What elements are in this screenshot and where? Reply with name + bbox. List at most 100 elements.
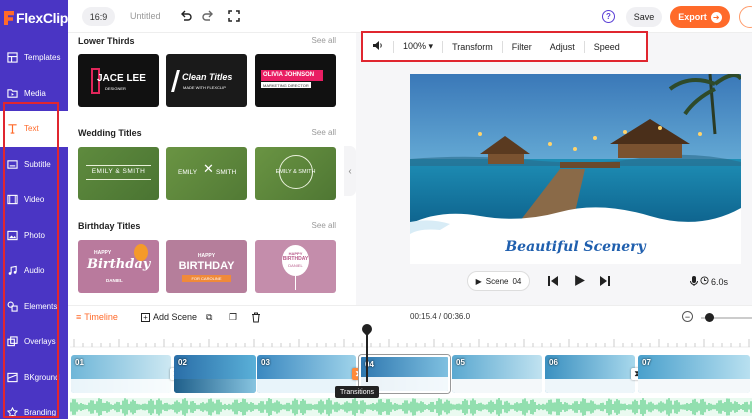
template-thumb-clean-titles[interactable]: Clean Titles MADE WITH FLEXCLIP	[166, 54, 247, 107]
flexclip-logo[interactable]: FlexClip	[4, 8, 68, 28]
thumb-line2: DESIGNER	[105, 86, 126, 91]
avatar[interactable]	[739, 6, 752, 28]
sidebar-item-elements[interactable]: Elements	[0, 289, 68, 325]
clip-toolbar: 100% ▾ Transform Filter Adjust Speed	[361, 31, 648, 62]
scene-clip-01[interactable]: 01	[71, 355, 171, 393]
subtitle-icon	[7, 159, 18, 170]
thumb-line1: HAPPY	[94, 250, 112, 256]
zoom-dropdown[interactable]: 100% ▾	[394, 41, 442, 52]
sidebar-item-label: Elements	[24, 301, 58, 311]
skip-forward-icon[interactable]	[599, 275, 611, 287]
split-icon[interactable]: ⧉	[206, 310, 212, 324]
help-icon[interactable]: ?	[602, 10, 615, 23]
sidebar-item-photo[interactable]: Photo	[0, 218, 68, 254]
clip-number: 06	[549, 358, 558, 367]
template-thumb-birthday-2[interactable]: HAPPY BIRTHDAY FOR CAROLINE	[166, 240, 247, 293]
template-thumb-wedding-3[interactable]: EMILY & SMITH	[255, 147, 336, 200]
scene-image	[410, 74, 741, 264]
export-label: Export	[678, 12, 707, 22]
sidebar-item-audio[interactable]: Audio	[0, 253, 68, 289]
scene-clip-05[interactable]: 05	[452, 355, 542, 393]
section-title-birthday-titles: Birthday Titles	[78, 221, 141, 231]
play-button-icon[interactable]	[573, 274, 586, 287]
collapse-panel-button[interactable]: ‹	[344, 146, 356, 196]
sidebar-item-label: Text	[24, 124, 39, 134]
background-icon	[7, 372, 18, 383]
zoom-out-icon[interactable]: −	[682, 311, 693, 322]
redo-icon[interactable]	[201, 9, 215, 23]
thumb-line2: MADE WITH FLEXCLIP	[183, 85, 226, 90]
duplicate-icon[interactable]: ❐	[229, 310, 237, 324]
template-thumb-wedding-2[interactable]: EMILY ✕ SMITH	[166, 147, 247, 200]
elements-icon	[7, 301, 18, 312]
thumb-line2: SMITH	[216, 169, 237, 176]
sidebar-item-branding[interactable]: Branding	[0, 395, 68, 419]
see-all-lower-thirds[interactable]: See all	[312, 36, 336, 45]
zoom-slider-handle[interactable]	[705, 313, 714, 322]
template-thumb-jace-lee[interactable]: JACE LEE DESIGNER	[78, 54, 159, 107]
project-title[interactable]: Untitled	[130, 11, 161, 21]
timeline-time: 00:15.4 / 00:36.0	[410, 312, 471, 321]
add-scene-button[interactable]: + Add Scene	[141, 310, 197, 324]
balloon-string	[295, 276, 296, 290]
clip-number: 05	[456, 358, 465, 367]
photo-icon	[7, 230, 18, 241]
save-button[interactable]: Save	[626, 7, 662, 27]
plus-square-icon: +	[141, 312, 150, 322]
left-sidebar: FlexClip Templates Media Text Subtitle V…	[0, 0, 68, 419]
add-scene-label: Add Scene	[153, 312, 198, 322]
playhead[interactable]	[366, 327, 368, 382]
thumb-line1: EMILY & SMITH	[91, 168, 146, 175]
export-button[interactable]: Export ➜	[670, 6, 730, 28]
timeline-icon: ≡	[76, 312, 82, 322]
see-all-wedding-titles[interactable]: See all	[312, 128, 336, 137]
thumb-line1: JACE LEE	[97, 73, 146, 84]
sidebar-item-media[interactable]: Media	[0, 76, 68, 112]
adjust-button[interactable]: Adjust	[541, 42, 584, 52]
text-icon	[7, 123, 18, 134]
sidebar-item-templates[interactable]: Templates	[0, 40, 68, 76]
clip-thumb	[174, 379, 256, 393]
clip-thumb	[545, 379, 635, 393]
media-icon	[7, 88, 18, 99]
scene-duration[interactable]: 6.0s	[711, 277, 728, 287]
fullscreen-icon[interactable]	[227, 9, 241, 23]
sidebar-item-bkground[interactable]: BKground	[0, 360, 68, 396]
transform-button[interactable]: Transform	[443, 42, 502, 52]
template-thumb-birthday-1[interactable]: HAPPY Birthday DANIEL	[78, 240, 159, 293]
scene-clip-02[interactable]: 02	[174, 355, 256, 393]
sidebar-item-label: Branding	[24, 408, 57, 418]
scene-selector[interactable]: ▶ Scene 04	[467, 271, 530, 291]
undo-icon[interactable]	[179, 9, 193, 23]
filter-button[interactable]: Filter	[503, 42, 541, 52]
timeline-ruler[interactable]	[68, 327, 752, 352]
sidebar-item-text[interactable]: Text	[0, 111, 68, 147]
microphone-icon[interactable]	[688, 275, 700, 287]
thumb-line2: BIRTHDAY	[282, 256, 309, 262]
scene-caption[interactable]: Beautiful Scenery	[410, 239, 741, 255]
video-canvas[interactable]: Beautiful Scenery	[410, 74, 741, 264]
timeline-toggle[interactable]: ≡ Timeline	[76, 310, 118, 324]
delete-icon[interactable]	[251, 310, 261, 324]
see-all-birthday-titles[interactable]: See all	[312, 221, 336, 230]
scene-clip-06[interactable]: 06	[545, 355, 635, 393]
scene-clips-track: 01 ⧗ 02 03 ⧗ 04 05 06 ⧗ 07	[68, 355, 752, 395]
template-thumb-birthday-3[interactable]: HAPPY BIRTHDAY DANIEL	[255, 240, 336, 293]
timeline-label: Timeline	[84, 312, 118, 322]
sidebar-item-subtitle[interactable]: Subtitle	[0, 147, 68, 183]
sidebar-item-label: Audio	[24, 266, 45, 276]
template-thumb-wedding-1[interactable]: EMILY & SMITH	[78, 147, 159, 200]
aspect-ratio-button[interactable]: 16:9	[82, 7, 115, 26]
volume-icon[interactable]	[363, 40, 393, 53]
slash-decoration	[171, 70, 180, 92]
thumb-line1: HAPPY	[197, 253, 216, 259]
divider-line	[86, 165, 151, 166]
speed-button[interactable]: Speed	[585, 42, 629, 52]
audio-waveform[interactable]	[70, 398, 752, 416]
sidebar-item-overlays[interactable]: Overlays	[0, 324, 68, 360]
template-thumb-olivia-johnson[interactable]: OLIVIA JOHNSON MARKETING DIRECTOR	[255, 54, 336, 107]
scene-clip-07[interactable]: 07	[638, 355, 750, 393]
thumb-line3: DANIEL	[106, 278, 123, 283]
sidebar-item-video[interactable]: Video	[0, 182, 68, 218]
skip-back-icon[interactable]	[547, 275, 559, 287]
